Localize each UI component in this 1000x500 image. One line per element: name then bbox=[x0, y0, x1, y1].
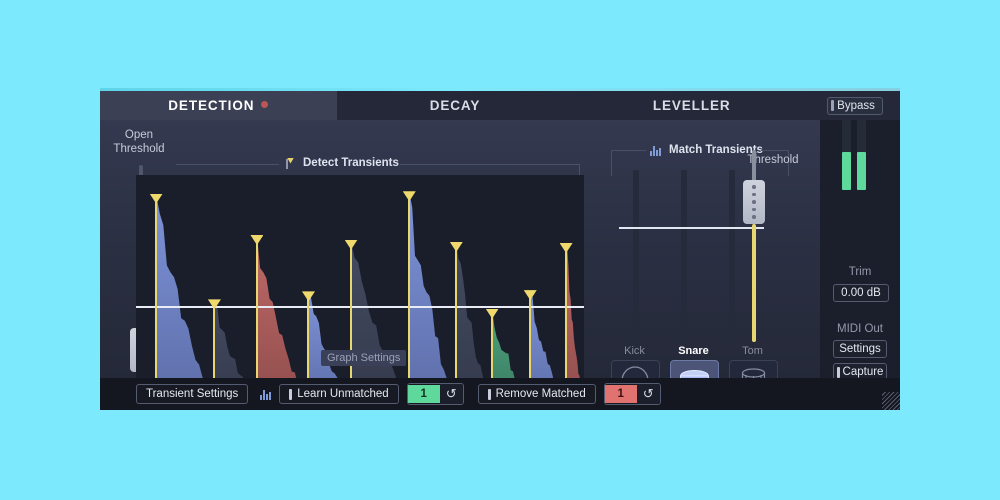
midi-out-label: MIDI Out bbox=[836, 323, 883, 335]
drum-pad-tom-label: Tom bbox=[742, 345, 763, 357]
learn-count-badge: 1 bbox=[407, 385, 440, 403]
match-bar-kick bbox=[633, 170, 639, 345]
match-bar-tom bbox=[729, 170, 735, 345]
match-rule-left bbox=[611, 150, 646, 151]
tab-decay[interactable]: DECAY bbox=[336, 91, 574, 120]
capture-label: Capture bbox=[842, 366, 884, 378]
match-threshold-slider[interactable] bbox=[743, 150, 765, 345]
match-threshold-handle[interactable] bbox=[743, 180, 765, 224]
detect-rule-right bbox=[400, 164, 580, 165]
trim-meter-left-fill bbox=[842, 152, 851, 190]
transient-marker-icon bbox=[283, 157, 297, 169]
transient-settings-label: Transient Settings bbox=[146, 388, 239, 400]
transient-marker[interactable] bbox=[402, 191, 416, 405]
match-threshold-label: Threshold bbox=[747, 154, 799, 166]
graph-settings-button[interactable]: Graph Settings bbox=[321, 350, 407, 366]
remove-matched-label: Remove Matched bbox=[495, 388, 586, 400]
transient-settings-button[interactable]: Transient Settings bbox=[136, 384, 249, 404]
detect-transients-title: Detect Transients bbox=[303, 157, 399, 169]
learn-undo-icon[interactable]: ↺ bbox=[439, 384, 463, 404]
remove-led-icon bbox=[487, 388, 491, 400]
graph-threshold-line[interactable] bbox=[136, 306, 584, 308]
detection-panel: Open Threshold Detect Transients Graph S… bbox=[100, 120, 591, 410]
trim-meters bbox=[842, 120, 878, 210]
plugin-window: DETECTION DECAY LEVELLER Bypass Open Thr… bbox=[100, 88, 900, 410]
remove-undo-icon[interactable]: ↺ bbox=[636, 384, 660, 404]
body-area: Open Threshold Detect Transients Graph S… bbox=[100, 120, 900, 410]
transient-envelope bbox=[409, 192, 456, 405]
bypass-led-icon bbox=[831, 100, 835, 111]
tab-detection[interactable]: DETECTION bbox=[100, 91, 337, 120]
transient-marker[interactable] bbox=[149, 193, 163, 405]
drum-pad-snare-label: Snare bbox=[678, 345, 709, 357]
tab-decay-label: DECAY bbox=[429, 98, 481, 113]
tab-modified-dot-icon bbox=[261, 101, 269, 108]
learn-unmatched-label: Learn Unmatched bbox=[297, 388, 389, 400]
bypass-label: Bypass bbox=[837, 99, 875, 112]
detect-transients-header: Detect Transients bbox=[283, 157, 399, 169]
remove-count-badge: 1 bbox=[604, 385, 637, 403]
trim-meter-left-track bbox=[842, 120, 851, 190]
bypass-slot: Bypass bbox=[810, 91, 900, 120]
bar-chart-icon bbox=[650, 145, 663, 156]
transient-graph[interactable]: Graph Settings bbox=[136, 175, 584, 405]
detect-rule-left bbox=[176, 164, 279, 165]
trim-meter-right-fill bbox=[857, 152, 866, 190]
drum-pad-kick-label: Kick bbox=[624, 345, 645, 357]
match-rule-right bbox=[761, 150, 789, 151]
match-bar-snare bbox=[681, 170, 687, 345]
tab-detection-label: DETECTION bbox=[168, 98, 255, 113]
trim-meter-right-track bbox=[857, 120, 866, 190]
transient-waveform bbox=[156, 192, 584, 405]
remove-count-group[interactable]: 1 ↺ bbox=[603, 383, 661, 405]
trim-label: Trim bbox=[848, 266, 872, 278]
open-threshold-label: Open Threshold bbox=[113, 129, 165, 155]
capture-led-icon bbox=[836, 366, 840, 378]
bypass-button[interactable]: Bypass bbox=[827, 96, 883, 115]
resize-grip[interactable] bbox=[882, 392, 900, 410]
remove-matched-button[interactable]: Remove Matched bbox=[477, 384, 596, 404]
transient-envelope bbox=[156, 194, 214, 405]
tab-leveller[interactable]: LEVELLER bbox=[573, 91, 811, 120]
tab-leveller-label: LEVELLER bbox=[652, 98, 731, 113]
tab-bar: DETECTION DECAY LEVELLER Bypass bbox=[100, 91, 900, 120]
learn-bar-chart-icon bbox=[260, 389, 273, 400]
learn-unmatched-button[interactable]: Learn Unmatched bbox=[279, 384, 399, 404]
leveller-panel: Match Transients Threshold Kick Snare To… bbox=[591, 120, 820, 410]
midi-settings-button[interactable]: Settings bbox=[833, 340, 887, 358]
learn-count-group[interactable]: 1 ↺ bbox=[406, 383, 464, 405]
trim-value-field[interactable]: 0.00 dB bbox=[833, 284, 889, 302]
right-strip: Trim 0.00 dB MIDI Out Settings Capture D… bbox=[820, 120, 900, 410]
match-graph[interactable] bbox=[611, 170, 801, 345]
match-threshold-track-lower bbox=[752, 224, 756, 342]
learn-led-icon bbox=[289, 388, 293, 400]
bottom-toolbar: Transient Settings Learn Unmatched 1 ↺ R… bbox=[100, 378, 900, 410]
